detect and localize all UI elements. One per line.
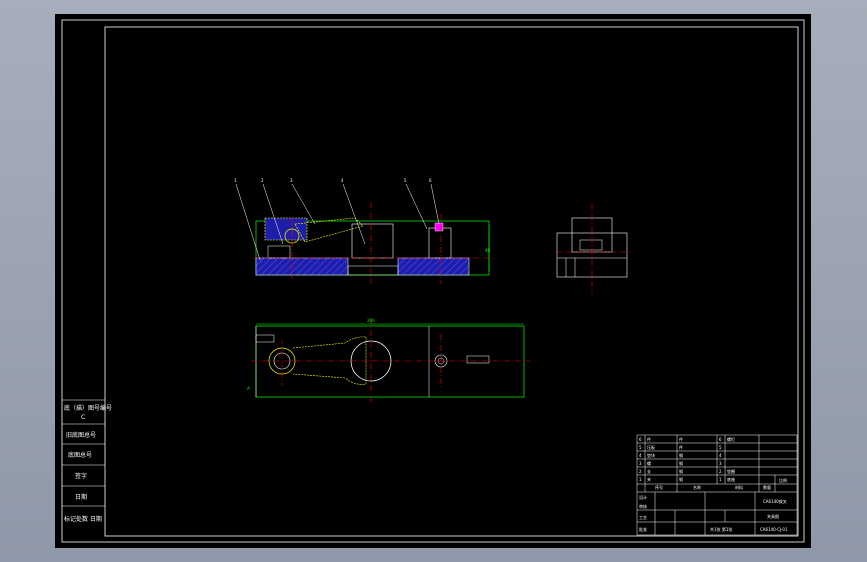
scale: 比例: [779, 477, 787, 483]
svg-text:件: 件: [679, 444, 683, 450]
svg-text:支: 支: [647, 468, 651, 474]
strip-row6: 标记处数 日期: [64, 515, 102, 523]
svg-text:垫块: 垫块: [647, 452, 655, 458]
svg-text:底座: 底座: [727, 476, 735, 482]
svg-text:螺钉: 螺钉: [727, 436, 735, 442]
callout-5: 5: [404, 178, 407, 183]
svg-text:2: 2: [639, 469, 642, 474]
strip-row2: 旧底图总号: [66, 431, 96, 439]
outer-border: [61, 19, 805, 543]
drawing-number: CA6140-CJ-01: [760, 527, 788, 532]
dim-top-len: 200: [367, 318, 375, 323]
mark-a: A: [247, 386, 250, 391]
svg-text:4: 4: [639, 453, 642, 458]
strip-row5: 日期: [75, 493, 87, 501]
svg-text:名称: 名称: [693, 484, 701, 490]
svg-text:件: 件: [679, 436, 683, 442]
callout-2: 2: [261, 178, 264, 183]
svg-text:钢: 钢: [679, 476, 683, 482]
strip-row3: 底图总号: [68, 451, 92, 459]
callout-4: 4: [341, 178, 344, 183]
svg-text:5: 5: [719, 445, 722, 450]
svg-text:钢: 钢: [679, 460, 683, 466]
svg-text:6: 6: [719, 437, 722, 442]
svg-text:钢: 钢: [679, 468, 683, 474]
sheet: 共1张 第1张: [710, 526, 732, 532]
drawing-name: 夹具图: [767, 513, 779, 519]
dim-right-h: 40: [485, 248, 491, 253]
svg-text:序号: 序号: [655, 484, 663, 490]
side-view[interactable]: [555, 204, 630, 294]
svg-text:钢: 钢: [679, 452, 683, 458]
drawing-svg: 底（描）图号编号 C 旧底图总号 底图总号 签字 日期 标记处数 日期 40 1…: [61, 19, 805, 543]
left-strip: 底（描）图号编号 C 旧底图总号 底图总号 签字 日期 标记处数 日期: [62, 399, 112, 523]
strip-row4: 签字: [75, 472, 87, 480]
top-view[interactable]: 200 A: [247, 318, 530, 404]
strip-row1b: C: [81, 414, 85, 421]
cad-viewport[interactable]: 底（描）图号编号 C 旧底图总号 底图总号 签字 日期 标记处数 日期 40 1…: [0, 0, 867, 562]
inner-border: [104, 26, 799, 537]
svg-text:工艺: 工艺: [639, 515, 647, 520]
callout-3: 3: [290, 178, 293, 183]
svg-text:数量: 数量: [763, 484, 771, 490]
svg-text:设计: 设计: [639, 494, 647, 500]
svg-text:5: 5: [639, 445, 642, 450]
front-view[interactable]: 40 1 2 3 4 5 6: [234, 178, 495, 284]
svg-text:夹: 夹: [647, 476, 651, 482]
svg-text:批准: 批准: [639, 526, 647, 532]
drawing-canvas[interactable]: 底（描）图号编号 C 旧底图总号 底图总号 签字 日期 标记处数 日期 40 1…: [55, 14, 811, 548]
svg-text:压板: 压板: [647, 444, 655, 450]
svg-text:垫圈: 垫圈: [727, 468, 735, 474]
svg-text:2: 2: [719, 469, 722, 474]
svg-text:螺: 螺: [647, 460, 651, 466]
svg-text:3: 3: [639, 461, 642, 466]
svg-text:1: 1: [719, 477, 722, 482]
svg-text:3: 3: [719, 461, 722, 466]
svg-text:1: 1: [639, 477, 642, 482]
svg-text:审核: 审核: [639, 503, 647, 509]
part-name: CA6140拨叉: [763, 498, 787, 504]
svg-text:材料: 材料: [735, 484, 743, 490]
strip-row1: 底（描）图号编号: [64, 404, 112, 412]
svg-text:4: 4: [719, 453, 722, 458]
svg-text:6: 6: [639, 437, 642, 442]
callout-1: 1: [234, 178, 237, 183]
callout-6: 6: [429, 178, 432, 183]
svg-text:件: 件: [647, 436, 651, 442]
